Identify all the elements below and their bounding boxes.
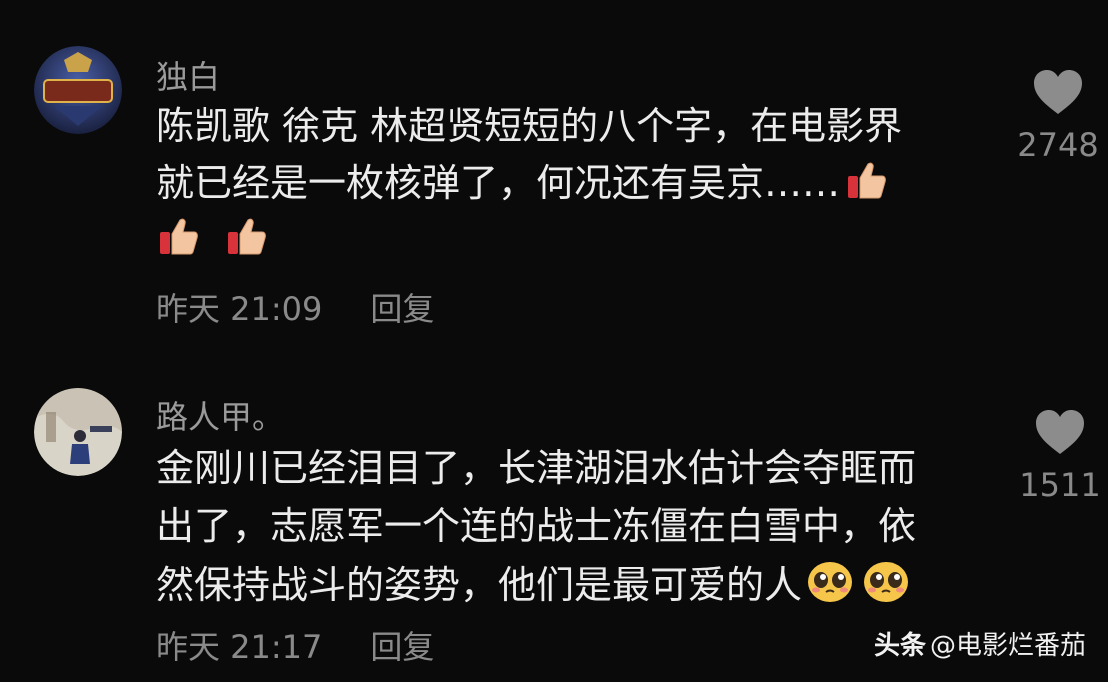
avatar-image [34,388,122,476]
reply-button[interactable]: 回复 [370,290,434,328]
comment-text-line: 金刚川已经泪目了，长津湖泪水估计会夺眶而 [156,446,917,490]
avatar-image [34,46,122,134]
like-count: 1511 [1019,466,1101,504]
comment-time: 昨天 21:09 [156,290,323,328]
avatar[interactable] [34,46,122,134]
comment-username[interactable]: 独白 [156,52,220,98]
like-button[interactable]: 1511 [1010,408,1108,504]
like-count: 2748 [1017,126,1099,164]
comment-text-line: 就已经是一枚核弹了，何况还有吴京…… [156,158,888,213]
comment-text-segment: 就已经是一枚核弹了，何况还有吴京…… [156,161,841,205]
watermark-handle: @电影烂番茄 [929,631,1086,661]
comment-meta: 昨天 21:09 回复 [156,284,434,330]
comment-meta: 昨天 21:17 回复 [156,622,434,668]
comment-emoji-line [156,214,268,269]
like-button[interactable]: 2748 [1008,68,1108,164]
comment-text-line: 然保持战斗的姿势，他们是最可爱的人 [156,558,910,615]
teary-face-icon [806,558,854,615]
thumbs-up-icon [156,214,200,269]
comment-item: 独白 陈凯歌 徐克 林超贤短短的八个字，在电影界 就已经是一枚核弹了，何况还有吴… [0,0,1108,340]
teary-face-icon [862,558,910,615]
reply-button[interactable]: 回复 [370,628,434,666]
comment-time: 昨天 21:17 [156,628,323,666]
watermark-brand: 头条 [873,631,926,661]
comment-text-segment: 然保持战斗的姿势，他们是最可爱的人 [156,563,803,607]
comment-text-line: 出了，志愿军一个连的战士冻僵在白雪中，依 [156,504,917,548]
comment-text-line: 陈凯歌 徐克 林超贤短短的八个字，在电影界 [156,104,903,148]
avatar[interactable] [34,388,122,476]
comment-username[interactable]: 路人甲。 [156,392,284,438]
heart-icon [1034,410,1086,460]
watermark: 头条 @电影烂番茄 [874,625,1086,662]
heart-icon [1032,70,1084,120]
thumbs-up-icon [844,158,888,213]
thumbs-up-icon [224,214,268,269]
